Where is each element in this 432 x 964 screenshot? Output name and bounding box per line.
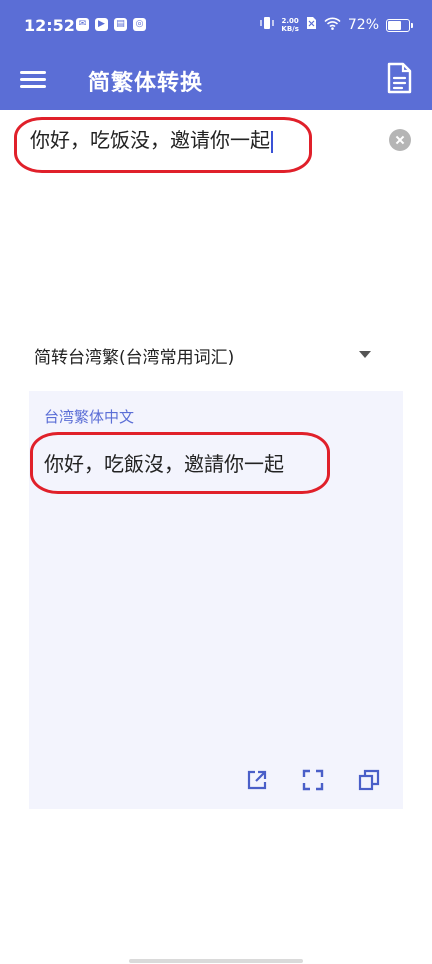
fullscreen-icon[interactable] — [301, 768, 325, 792]
clear-icon[interactable] — [389, 129, 411, 151]
app-notification-icon: ◎ — [133, 18, 146, 31]
wifi-icon — [324, 17, 341, 34]
network-speed: 2.00 KB/s — [281, 17, 299, 33]
home-indicator[interactable] — [129, 959, 303, 963]
copy-icon[interactable] — [357, 768, 381, 792]
app-bar: 简繁体转换 — [0, 52, 432, 110]
conversion-mode-label: 简转台湾繁(台湾常用词汇) — [34, 348, 235, 368]
document-icon[interactable] — [382, 61, 416, 95]
battery-level — [388, 20, 401, 30]
output-highlight-circle — [30, 432, 330, 494]
system-status-icons: 2.00 KB/s 72% — [260, 16, 413, 34]
sim-icon — [306, 16, 317, 34]
conversion-mode-dropdown[interactable]: 简转台湾繁(台湾常用词汇) — [32, 336, 408, 372]
battery-icon — [386, 18, 413, 32]
app-title: 简繁体转换 — [88, 71, 204, 96]
dropdown-arrow-icon — [359, 351, 371, 358]
calendar-notification-icon: ▤ — [114, 18, 127, 31]
vibrate-icon — [260, 16, 275, 34]
output-caption: 台湾繁体中文 — [44, 408, 135, 426]
open-external-icon[interactable] — [245, 768, 269, 792]
status-time: 12:52 — [24, 16, 75, 35]
battery-percentage: 72% — [347, 17, 379, 33]
mail-notification-icon: ✉ — [76, 18, 89, 31]
hamburger-menu-icon[interactable] — [20, 68, 46, 94]
input-highlight-circle — [14, 117, 312, 173]
play-notification-icon: ▶ — [95, 18, 108, 31]
status-bar: 12:52 ✉ ▶ ▤ ◎ 2.00 KB/s 72% — [0, 0, 432, 52]
notification-icons: ✉ ▶ ▤ ◎ — [76, 18, 146, 31]
